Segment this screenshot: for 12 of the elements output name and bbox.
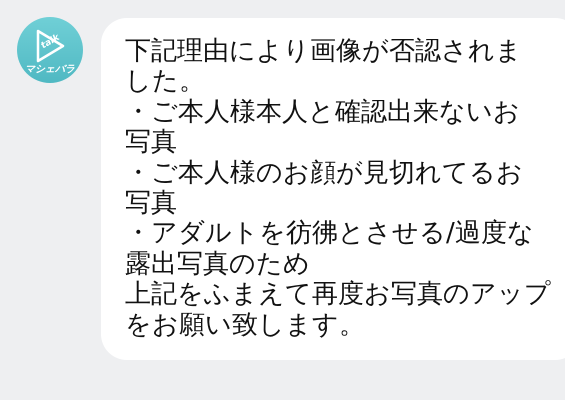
message-line: 写真: [125, 188, 177, 218]
message-line: 上記をふまえて再度お写真のアップ: [125, 279, 551, 310]
message-line: 下記理由により画像が否認されま: [125, 36, 522, 66]
message-line: ・ご本人様本人と確認出来ないお: [125, 96, 520, 128]
message-line: 露出写真のため: [125, 248, 310, 280]
logo-name: マシェバラ: [25, 65, 75, 75]
play-icon: [35, 29, 65, 63]
message-line: ・アダルトを彷彿とさせる/過度な: [125, 218, 534, 249]
message-line: した。: [125, 66, 205, 97]
message-line: ・ご本人様のお顔が見切れてるお: [125, 158, 523, 188]
message-line: 写真: [125, 127, 177, 158]
message-line: をお願い致します。: [125, 310, 365, 340]
